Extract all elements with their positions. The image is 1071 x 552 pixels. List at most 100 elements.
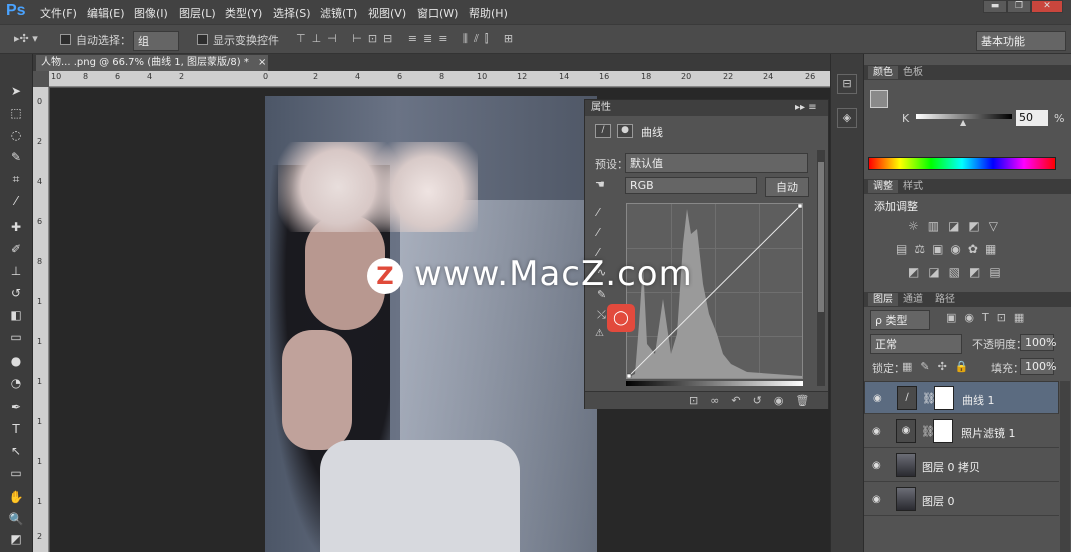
eyedropper-tool-icon[interactable]: ⁄ — [6, 192, 26, 210]
quick-select-icon[interactable]: ✎ — [6, 148, 26, 166]
lasso-tool-icon[interactable]: ◌ — [6, 126, 26, 144]
auto-select-checkbox[interactable] — [60, 34, 71, 45]
menu-filter[interactable]: 滤镜(T) — [320, 5, 357, 21]
blend-mode-dropdown[interactable]: 正常 — [870, 334, 962, 354]
slider-handle-icon[interactable]: ▲ — [960, 118, 966, 127]
menu-edit[interactable]: 编辑(E) — [87, 5, 125, 21]
menu-window[interactable]: 窗口(W) — [417, 5, 458, 21]
panel-menu-icon[interactable]: ▸▸ ≡ — [795, 100, 817, 116]
layer-mask-thumb[interactable] — [933, 419, 953, 443]
tab-layers[interactable]: 图层 — [868, 293, 898, 306]
zoom-tool-icon[interactable]: 🔍 — [6, 510, 26, 528]
ruler-label: 4 — [147, 72, 153, 81]
mask-icon[interactable]: ● — [617, 124, 633, 138]
workspace-dropdown[interactable]: 基本功能 — [976, 31, 1066, 51]
auto-button[interactable]: 自动 — [765, 177, 809, 197]
move-tool-icon[interactable]: ➤ — [6, 82, 26, 100]
preset-dropdown[interactable]: 默认值 — [625, 153, 808, 173]
align-icons[interactable]: ⊤⊥⊣ ⊢⊡⊟ ≡≣≡ ⫼⫽⫿ ⊞ — [296, 32, 519, 46]
menu-image[interactable]: 图像(I) — [134, 5, 168, 21]
properties-scrollbar[interactable] — [817, 150, 825, 386]
layer-filter-dropdown[interactable]: ρ 类型 — [870, 310, 930, 330]
menu-layer[interactable]: 图层(L) — [179, 5, 216, 21]
layer-name[interactable]: 图层 0 — [922, 493, 955, 509]
layer-row-photo-filter[interactable]: ◉ ◉ ⛓ 照片滤镜 1 — [864, 415, 1059, 448]
eye-icon[interactable]: ◉ — [872, 460, 881, 471]
menu-file[interactable]: 文件(F) — [40, 5, 77, 21]
fill-field[interactable]: 100% — [1020, 358, 1056, 375]
tab-close-icon[interactable]: × — [258, 57, 266, 68]
eye-icon[interactable]: ◉ — [872, 426, 881, 437]
color-spectrum[interactable] — [868, 157, 1056, 170]
layer-filter-icons[interactable]: ▣◉T⊡▦ — [946, 311, 1032, 324]
path-select-icon[interactable]: ↖ — [6, 442, 26, 460]
document-tab[interactable]: 人物... .png @ 66.7% (曲线 1, 图层蒙版/8) * × — [36, 55, 268, 71]
move-tool-icon[interactable]: ▸✣ ▾ — [14, 32, 38, 45]
scrollbar-thumb[interactable] — [818, 162, 824, 312]
menu-bar: Ps 文件(F) 编辑(E) 图像(I) 图层(L) 类型(Y) 选择(S) 滤… — [0, 0, 1071, 24]
layers-scrollbar[interactable] — [1060, 381, 1070, 552]
brush-tool-icon[interactable]: ✐ — [6, 240, 26, 258]
3d-panel-icon[interactable]: ◈ — [837, 108, 857, 128]
history-panel-icon[interactable]: ⊟ — [837, 74, 857, 94]
opacity-field[interactable]: 100% — [1020, 334, 1056, 351]
menu-help[interactable]: 帮助(H) — [469, 5, 508, 21]
ruler-label: 4 — [355, 72, 361, 81]
stamp-tool-icon[interactable]: ⊥ — [6, 262, 26, 280]
pen-tool-icon[interactable]: ✒ — [6, 398, 26, 416]
smooth-icon[interactable]: ⤯ — [597, 308, 606, 322]
footer-icons[interactable]: ⊡∞↶↺◉🗑 — [689, 394, 821, 407]
ruler-label: 12 — [517, 72, 528, 81]
eyedropper-gray-icon[interactable]: ⁄ — [597, 226, 599, 239]
layer-name[interactable]: 照片滤镜 1 — [961, 425, 1016, 441]
gradient-tool-icon[interactable]: ▭ — [6, 328, 26, 346]
tab-color[interactable]: 颜色 — [868, 66, 898, 79]
tab-channels[interactable]: 通道 — [898, 293, 928, 306]
menu-select[interactable]: 选择(S) — [273, 5, 311, 21]
eye-icon[interactable]: ◉ — [873, 393, 882, 404]
hand-tool-icon[interactable]: ✋ — [6, 488, 26, 506]
hand-adjust-icon[interactable]: ☚ — [595, 178, 605, 191]
eye-icon[interactable]: ◉ — [872, 494, 881, 505]
foreground-color[interactable] — [870, 90, 888, 108]
adjustment-icons-row1[interactable]: ☼▥◪◩▽ — [908, 219, 1007, 233]
color-swatch-icon[interactable]: ◩ — [6, 530, 26, 548]
minimize-button[interactable]: ▬ — [983, 0, 1007, 13]
tab-styles[interactable]: 样式 — [898, 180, 928, 193]
layer-row-curves[interactable]: ◉ ∕ ⛓ 曲线 1 — [864, 381, 1059, 414]
history-brush-icon[interactable]: ↺ — [6, 284, 26, 302]
adjustment-icons-row2[interactable]: ▤⚖▣◉✿▦ — [896, 242, 1003, 256]
clipping-warning-icon[interactable]: ⚠ — [595, 328, 604, 339]
properties-tab-label: 属性 — [591, 102, 611, 113]
lock-icons[interactable]: ▦✎✣🔒 — [902, 360, 977, 373]
show-transform-checkbox[interactable] — [197, 34, 208, 45]
layer-name[interactable]: 图层 0 拷贝 — [922, 459, 980, 475]
tab-paths[interactable]: 路径 — [930, 293, 960, 306]
tab-swatches[interactable]: 色板 — [898, 66, 928, 79]
restore-button[interactable]: ❐ — [1007, 0, 1031, 13]
crop-tool-icon[interactable]: ⌗ — [6, 170, 26, 188]
close-button[interactable]: ✕ — [1031, 0, 1063, 13]
auto-select-dropdown[interactable]: 组 — [133, 31, 179, 51]
properties-tab[interactable]: 属性 ▸▸ ≡ — [585, 100, 828, 116]
channel-dropdown[interactable]: RGB — [625, 177, 757, 194]
layer-name[interactable]: 曲线 1 — [962, 392, 995, 408]
menu-view[interactable]: 视图(V) — [368, 5, 406, 21]
shape-tool-icon[interactable]: ▭ — [6, 464, 26, 482]
adjustment-icons-row3[interactable]: ◩◪▧◩▤ — [908, 265, 1010, 279]
photo-flowers — [278, 142, 478, 232]
eraser-tool-icon[interactable]: ◧ — [6, 306, 26, 324]
layer-row-layer0[interactable]: ◉ 图层 0 — [864, 483, 1059, 516]
type-tool-icon[interactable]: T — [6, 420, 26, 438]
blur-tool-icon[interactable]: ● — [6, 352, 26, 370]
tab-adjustments[interactable]: 调整 — [868, 180, 898, 193]
menu-type[interactable]: 类型(Y) — [225, 5, 262, 21]
dodge-tool-icon[interactable]: ◔ — [6, 374, 26, 392]
k-value[interactable]: 50 — [1016, 110, 1048, 126]
eyedropper-black-icon[interactable]: ⁄ — [597, 206, 599, 219]
layer-row-layer0-copy[interactable]: ◉ 图层 0 拷贝 — [864, 449, 1059, 482]
horizontal-ruler: 10 8 6 4 2 0 2 4 6 8 10 12 14 16 18 20 2… — [49, 71, 830, 87]
layer-mask-thumb[interactable] — [934, 386, 954, 410]
healing-brush-icon[interactable]: ✚ — [6, 218, 26, 236]
marquee-tool-icon[interactable]: ⬚ — [6, 104, 26, 122]
